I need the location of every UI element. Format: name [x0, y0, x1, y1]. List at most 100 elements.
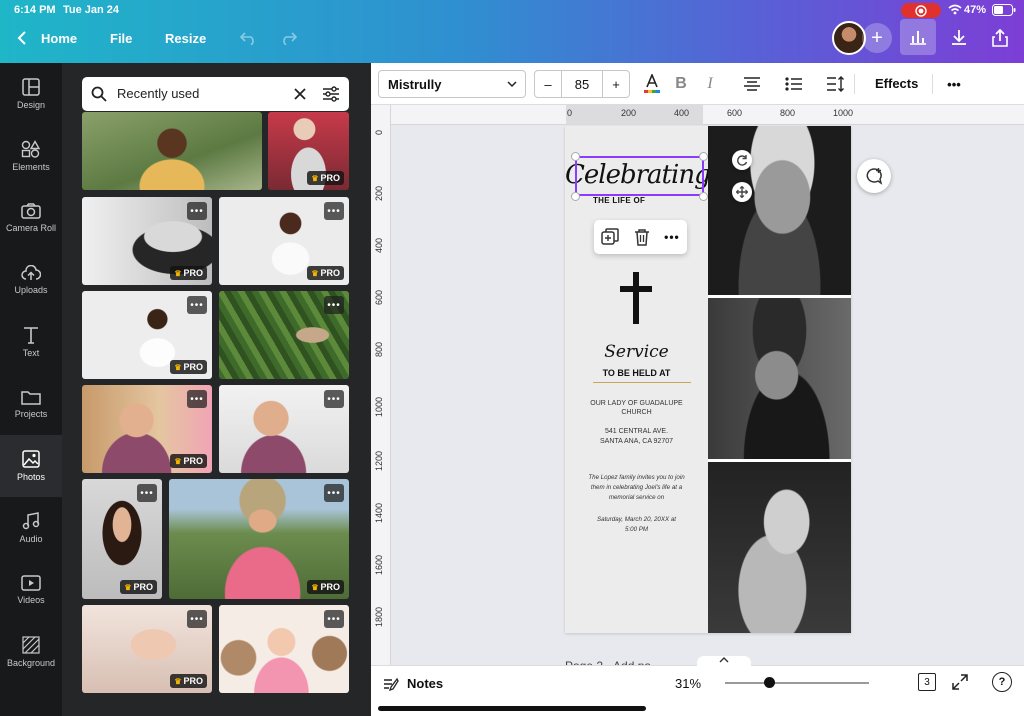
rail-item-text[interactable]: Text: [0, 311, 62, 373]
add-comment-button[interactable]: [857, 159, 891, 193]
download-button[interactable]: [944, 25, 974, 51]
italic-button[interactable]: I: [698, 72, 722, 96]
more-options-button[interactable]: •••: [324, 202, 344, 220]
more-options-button[interactable]: •••: [187, 610, 207, 628]
invite-line-1[interactable]: The Lopez family invites you to join: [565, 474, 708, 481]
file-menu[interactable]: File: [110, 31, 132, 46]
status-date: Tue Jan 24: [63, 4, 120, 16]
rail-item-camera-roll[interactable]: Camera Roll: [0, 187, 62, 249]
young-man-photo[interactable]: [708, 298, 851, 459]
font-family-select[interactable]: Mistrully: [378, 70, 526, 98]
more-options-button[interactable]: •••: [664, 230, 680, 244]
page-count-button[interactable]: 3: [918, 673, 936, 691]
font-size-input[interactable]: 85: [562, 71, 602, 97]
resize-menu[interactable]: Resize: [165, 31, 206, 46]
more-options-button[interactable]: •••: [187, 296, 207, 314]
more-options-button[interactable]: •••: [324, 296, 344, 314]
filter-icon[interactable]: [322, 86, 340, 102]
photo-thumbnail[interactable]: ♛ PRO: [268, 112, 349, 190]
fullscreen-button[interactable]: [952, 674, 968, 695]
rail-item-background[interactable]: Background: [0, 621, 62, 683]
baby-photo[interactable]: [708, 462, 851, 633]
rotate-handle[interactable]: [732, 150, 752, 170]
ruler-tick: 0: [374, 129, 384, 135]
user-avatar[interactable]: [832, 21, 866, 55]
design-page[interactable]: Celebrating THE LIFE OF Service TO BE HE…: [565, 126, 851, 633]
photo-thumbnail[interactable]: •••: [219, 605, 349, 693]
zoom-percent: 31%: [675, 676, 702, 691]
decrease-size-button[interactable]: –: [535, 71, 562, 97]
rail-item-uploads[interactable]: Uploads: [0, 249, 62, 311]
photo-thumbnail[interactable]: ••• ♛ PRO: [82, 197, 212, 285]
rail-item-projects[interactable]: Projects: [0, 373, 62, 435]
align-center-button[interactable]: [740, 72, 764, 96]
invite-line-2[interactable]: them in celebrating Joel's life at a: [565, 484, 708, 491]
resize-handle[interactable]: [699, 152, 708, 161]
increase-size-button[interactable]: +: [602, 71, 629, 97]
photo-thumbnail[interactable]: [82, 112, 262, 190]
list-button[interactable]: [782, 72, 806, 96]
redo-button[interactable]: [273, 25, 303, 51]
date-line-1[interactable]: Saturday, March 20, 20XX at: [565, 516, 708, 523]
rail-item-design[interactable]: Design: [0, 63, 62, 125]
service-caps-text[interactable]: TO BE HELD AT: [565, 368, 708, 378]
more-options-button[interactable]: •••: [324, 610, 344, 628]
effects-button[interactable]: Effects: [875, 76, 918, 91]
photo-thumbnail[interactable]: ••• ♛ PRO: [82, 291, 212, 379]
resize-handle[interactable]: [571, 152, 580, 161]
more-options-button[interactable]: •••: [137, 484, 157, 502]
photo-thumbnail[interactable]: ••• ♛ PRO: [82, 479, 162, 599]
more-options-button[interactable]: •••: [942, 72, 966, 96]
bold-button[interactable]: B: [669, 72, 693, 96]
rail-item-audio[interactable]: Audio: [0, 497, 62, 559]
record-icon: [915, 4, 927, 17]
zoom-slider[interactable]: [725, 677, 869, 688]
text-color-button[interactable]: [640, 72, 664, 96]
elderly-man-photo[interactable]: [708, 126, 851, 295]
address-line-1[interactable]: 541 CENTRAL AVE.: [565, 428, 708, 435]
notes-button[interactable]: Notes: [383, 676, 443, 691]
invite-line-3[interactable]: memorial service on: [565, 494, 708, 501]
move-handle[interactable]: [732, 182, 752, 202]
share-button[interactable]: [985, 25, 1015, 51]
insights-button[interactable]: [900, 19, 936, 55]
zoom-slider-knob[interactable]: [764, 677, 776, 688]
rail-item-elements[interactable]: Elements: [0, 125, 62, 187]
move-icon: [736, 186, 748, 198]
more-options-button[interactable]: •••: [187, 390, 207, 408]
date-line-2[interactable]: 5:00 PM: [565, 526, 708, 533]
photo-thumbnail[interactable]: ••• ♛ PRO: [82, 605, 212, 693]
address-line-2[interactable]: SANTA ANA, CA 92707: [565, 438, 708, 445]
trash-icon[interactable]: [634, 228, 650, 246]
pro-badge: ♛ PRO: [170, 454, 207, 468]
screen-record-indicator[interactable]: [901, 3, 941, 18]
more-options-button[interactable]: •••: [324, 390, 344, 408]
resize-handle[interactable]: [571, 192, 580, 201]
font-family-value: Mistrully: [388, 77, 442, 92]
undo-button[interactable]: [234, 25, 264, 51]
duplicate-icon[interactable]: [601, 228, 619, 246]
more-options-button[interactable]: •••: [187, 202, 207, 220]
resize-handle[interactable]: [699, 192, 708, 201]
rail-item-videos[interactable]: Videos: [0, 559, 62, 621]
spacing-button[interactable]: [824, 72, 848, 96]
service-script-text[interactable]: Service: [565, 342, 708, 362]
photo-thumbnail[interactable]: ••• ♛ PRO: [219, 197, 349, 285]
rail-label: Videos: [17, 595, 45, 605]
church-line-2[interactable]: CHURCH: [565, 409, 708, 416]
ruler-tick: 1800: [374, 606, 384, 627]
help-button[interactable]: ?: [992, 672, 1012, 692]
photo-thumbnail[interactable]: •••: [219, 385, 349, 473]
pro-badge: ♛ PRO: [170, 360, 207, 374]
church-line-1[interactable]: OUR LADY OF GUADALUPE: [565, 400, 708, 407]
photo-thumbnail[interactable]: ••• ♛ PRO: [169, 479, 349, 599]
photo-thumbnail[interactable]: •••: [219, 291, 349, 379]
expand-pages-button[interactable]: [697, 656, 751, 670]
photo-thumbnail[interactable]: ••• ♛ PRO: [82, 385, 212, 473]
search-input[interactable]: Recently used: [117, 86, 199, 101]
cross-graphic[interactable]: [633, 272, 639, 324]
more-options-button[interactable]: •••: [324, 484, 344, 502]
add-collaborator-button[interactable]: +: [862, 23, 892, 53]
close-icon[interactable]: [294, 88, 306, 100]
rail-item-photos[interactable]: Photos: [0, 435, 62, 497]
